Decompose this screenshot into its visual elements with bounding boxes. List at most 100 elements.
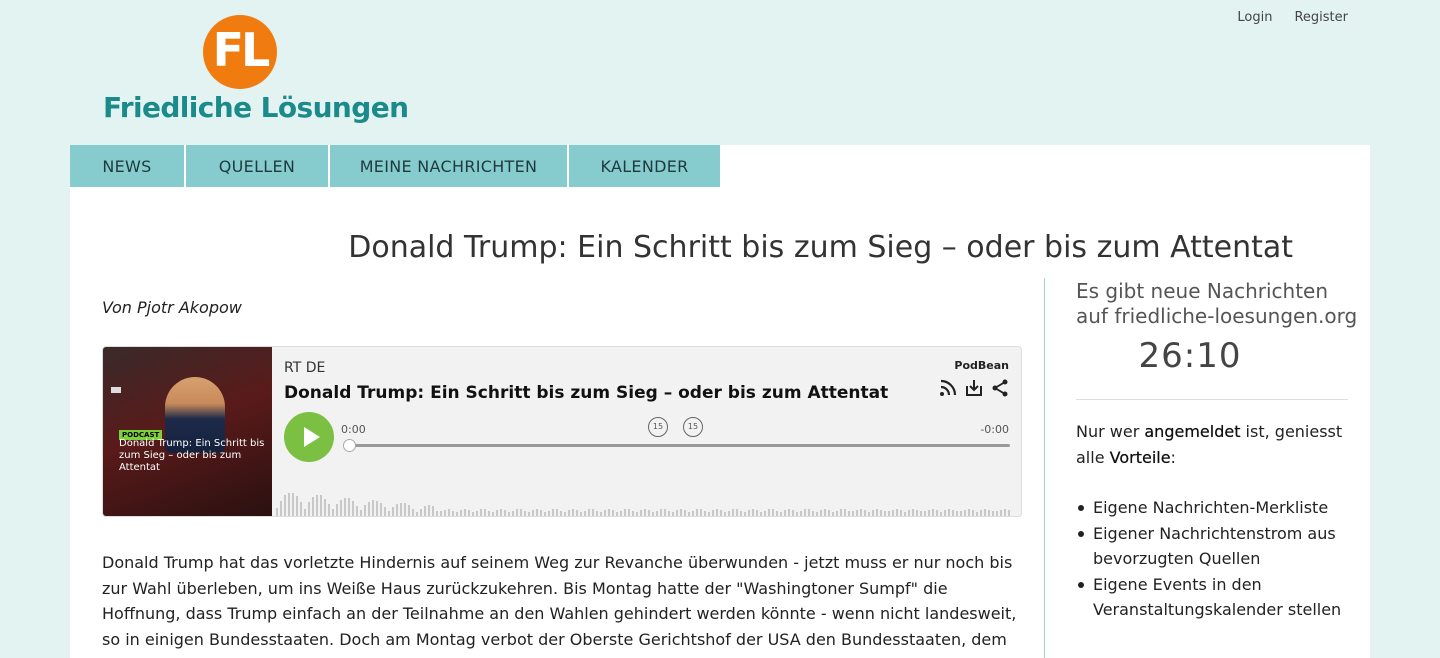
waveform-bar xyxy=(552,509,554,516)
waveform-bar xyxy=(560,511,562,516)
article-author: Von Pjotr Akopow xyxy=(102,298,242,317)
site-logo[interactable]: FL Friedliche Lösungen xyxy=(103,15,409,127)
podbean-logo[interactable]: PodBean xyxy=(954,359,1009,372)
progress-handle[interactable] xyxy=(343,439,356,452)
waveform-bar xyxy=(892,510,894,516)
thumbnail-title: Donald Trump: Ein Schritt bis zum Sieg –… xyxy=(119,438,265,473)
list-item: Eigener Nachrichtenstrom aus bevorzugten… xyxy=(1076,521,1366,572)
waveform-bar xyxy=(572,509,574,516)
waveform-bar xyxy=(768,509,770,516)
waveform-bar xyxy=(940,512,942,516)
waveform-bar xyxy=(684,510,686,516)
waveform-bar xyxy=(800,511,802,516)
sidebar-separator xyxy=(1076,399,1348,400)
waveform-bar xyxy=(604,510,606,516)
waveform-bar xyxy=(608,509,610,516)
waveform-bar xyxy=(516,509,518,516)
waveform-bar xyxy=(648,510,650,516)
waveform-bar xyxy=(724,512,726,516)
waveform-bar xyxy=(564,512,566,516)
waveform-bar xyxy=(844,509,846,516)
waveform-bar xyxy=(968,509,970,516)
waveform-bar xyxy=(996,511,998,516)
nav-item-quellen[interactable]: QUELLEN xyxy=(186,145,328,187)
waveform-bar xyxy=(776,511,778,516)
waveform-bar xyxy=(868,512,870,516)
waveform-bar xyxy=(276,508,278,516)
waveform-bar xyxy=(508,512,510,516)
waveform-bar xyxy=(392,507,394,516)
sidebar-divider xyxy=(1044,278,1045,658)
list-item: Eigene Events in den Veranstaltungskalen… xyxy=(1076,572,1366,623)
waveform-bar xyxy=(324,499,326,516)
waveform-bar xyxy=(628,509,630,516)
waveform-bar xyxy=(300,502,302,516)
waveform-bar xyxy=(972,510,974,516)
podcast-source: RT DE xyxy=(284,360,326,376)
waveform-bar xyxy=(364,505,366,516)
play-button[interactable] xyxy=(284,412,334,462)
waveform-bar xyxy=(696,509,698,516)
waveform xyxy=(276,493,1010,516)
waveform-bar xyxy=(548,511,550,516)
waveform-bar xyxy=(340,500,342,516)
waveform-bar xyxy=(980,510,982,516)
waveform-bar xyxy=(736,509,738,516)
new-messages-notice: Es gibt neue Nachrichten auf friedliche-… xyxy=(1076,279,1358,328)
download-icon[interactable] xyxy=(965,379,983,397)
article-title: Donald Trump: Ein Schritt bis zum Sieg –… xyxy=(348,230,1293,265)
waveform-bar xyxy=(864,510,866,516)
rss-icon[interactable] xyxy=(939,379,957,397)
waveform-bar xyxy=(920,511,922,516)
waveform-bar xyxy=(676,510,678,516)
waveform-bar xyxy=(760,512,762,516)
waveform-bar xyxy=(764,511,766,516)
progress-track[interactable] xyxy=(349,444,1010,447)
share-icon[interactable] xyxy=(991,379,1009,397)
waveform-bar xyxy=(540,510,542,516)
waveform-bar xyxy=(704,511,706,516)
waveform-bar xyxy=(900,510,902,516)
waveform-bar xyxy=(584,511,586,516)
waveform-bar xyxy=(732,509,734,516)
waveform-bar xyxy=(780,512,782,516)
podcast-title: Donald Trump: Ein Schritt bis zum Sieg –… xyxy=(284,383,889,403)
waveform-bar xyxy=(492,512,494,516)
nav-item-kalender[interactable]: KALENDER xyxy=(569,145,720,187)
waveform-bar xyxy=(812,511,814,516)
waveform-bar xyxy=(748,510,750,516)
login-link[interactable]: Login xyxy=(1237,10,1272,25)
waveform-bar xyxy=(792,510,794,516)
waveform-bar xyxy=(400,503,402,516)
skip-back-icon[interactable]: 15 xyxy=(648,417,668,437)
waveform-bar xyxy=(876,509,878,516)
waveform-bar xyxy=(796,512,798,516)
nav-item-meine-nachrichten[interactable]: MEINE NACHRICHTEN xyxy=(330,145,567,187)
waveform-bar xyxy=(888,511,890,516)
register-link[interactable]: Register xyxy=(1294,10,1348,25)
waveform-bar xyxy=(524,511,526,516)
current-time: 0:00 xyxy=(341,423,366,436)
waveform-bar xyxy=(308,502,310,516)
waveform-bar xyxy=(500,509,502,516)
skip-forward-icon[interactable]: 15 xyxy=(683,417,703,437)
waveform-bar xyxy=(656,511,658,516)
waveform-bar xyxy=(336,504,338,516)
waveform-bar xyxy=(432,506,434,516)
waveform-bar xyxy=(952,510,954,516)
waveform-bar xyxy=(452,511,454,516)
waveform-bar xyxy=(476,511,478,516)
waveform-bar xyxy=(472,512,474,516)
waveform-bar xyxy=(380,503,382,516)
waveform-bar xyxy=(824,509,826,516)
waveform-bar xyxy=(384,507,386,516)
waveform-bar xyxy=(620,511,622,516)
waveform-bar xyxy=(420,509,422,516)
nav-item-news[interactable]: NEWS xyxy=(70,145,184,187)
waveform-bar xyxy=(840,509,842,516)
waveform-bar xyxy=(828,510,830,516)
waveform-bar xyxy=(580,512,582,516)
waveform-bar xyxy=(992,511,994,516)
waveform-bar xyxy=(744,512,746,516)
waveform-bar xyxy=(624,509,626,516)
